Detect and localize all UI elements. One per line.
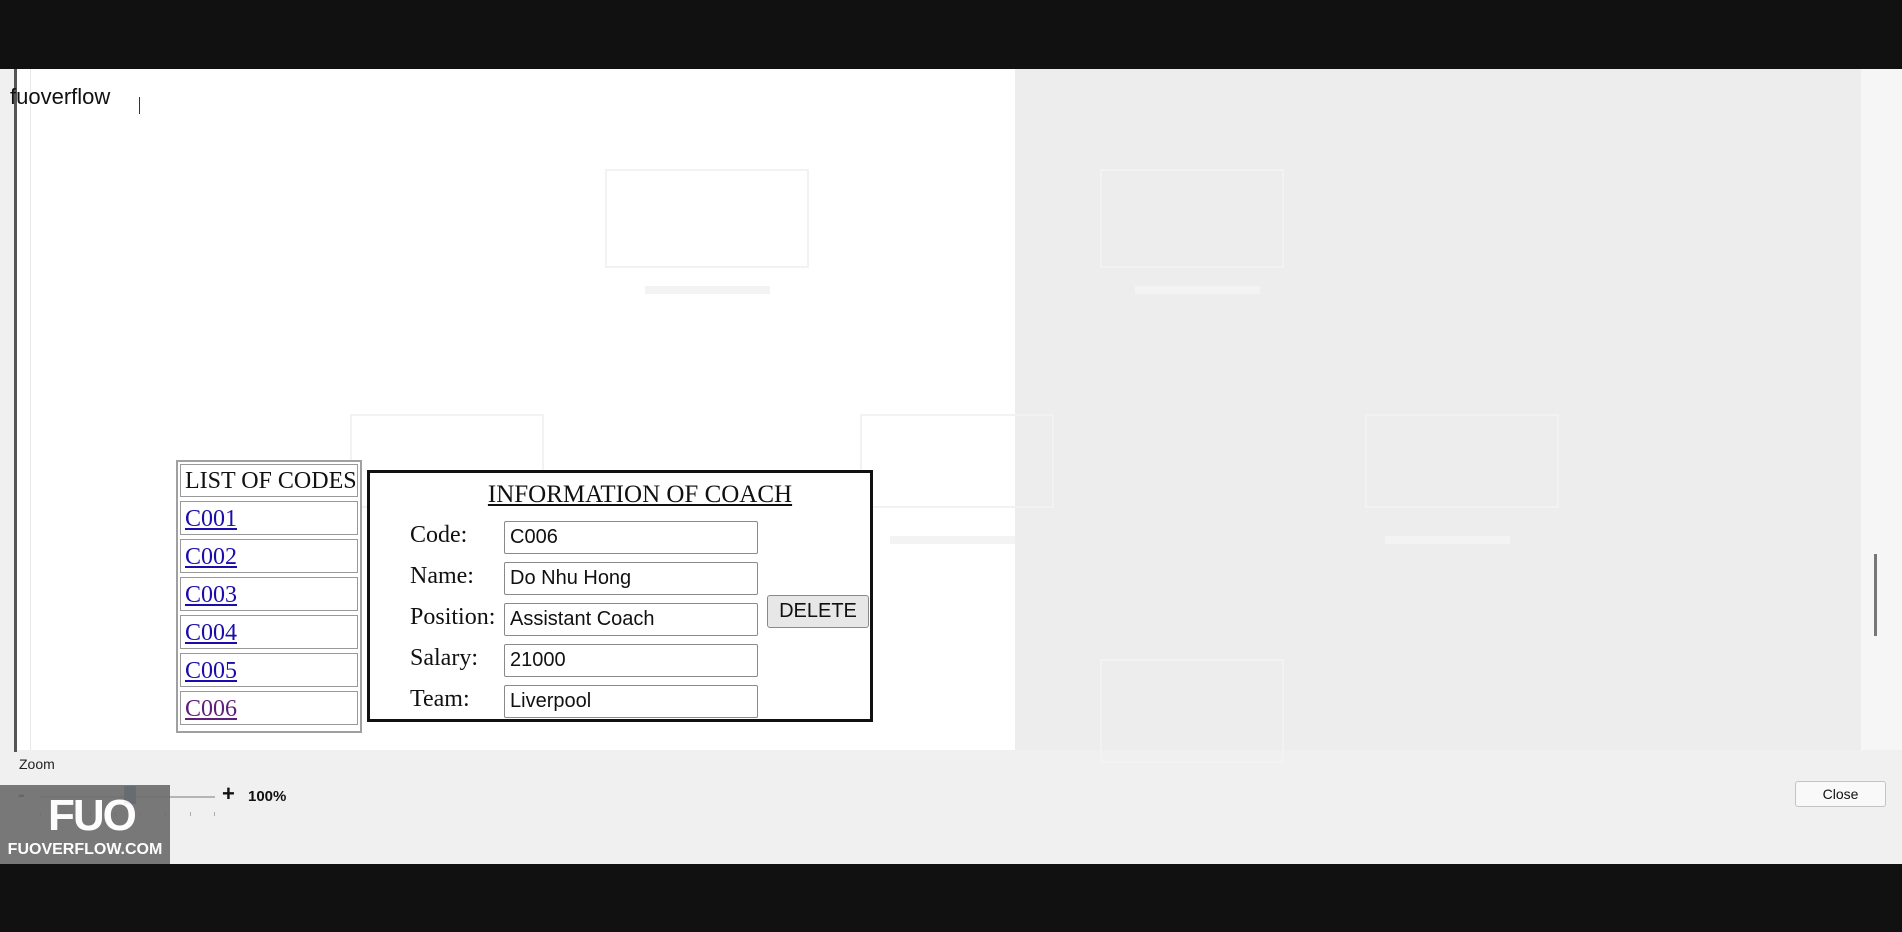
watermark-text: FUOVERFLOW.COM <box>7 841 163 858</box>
name-field[interactable] <box>504 562 758 595</box>
watermark-logo: FUO <box>48 791 137 840</box>
code-field[interactable] <box>504 521 758 554</box>
salary-field[interactable] <box>504 644 758 677</box>
salary-label: Salary: <box>410 645 478 671</box>
list-item: C002 <box>180 539 358 573</box>
list-item: C003 <box>180 577 358 611</box>
code-link-c002[interactable]: C002 <box>185 544 237 570</box>
canvas-edge-line <box>30 69 31 750</box>
left-border <box>14 69 17 752</box>
zoom-in-button[interactable]: + <box>222 781 235 807</box>
name-label: Name: <box>410 563 474 589</box>
zoom-value: 100% <box>248 788 287 805</box>
ghost-caption <box>890 536 1015 544</box>
position-field[interactable] <box>504 603 758 636</box>
code-link-c001[interactable]: C001 <box>185 506 237 532</box>
code-label: Code: <box>410 522 468 548</box>
zoom-label: Zoom <box>19 756 55 772</box>
page-title: fuoverflow <box>10 84 111 109</box>
close-button[interactable]: Close <box>1795 781 1886 807</box>
top-black-bar <box>0 0 1902 69</box>
team-field[interactable] <box>504 685 758 718</box>
code-link-c004[interactable]: C004 <box>185 620 237 646</box>
codes-list-header: LIST OF CODES <box>180 464 358 497</box>
ghost-caption <box>645 286 770 294</box>
ghost-logo-tile <box>605 169 809 268</box>
vertical-scrollbar[interactable] <box>1874 554 1877 636</box>
codes-list: LIST OF CODES C001 C002 C003 C004 C005 C… <box>176 460 362 733</box>
viewer-window: fuoverflow LIST OF CODES C001 C002 C003 … <box>0 69 1902 864</box>
ghost-logo-tile <box>1100 169 1284 268</box>
list-item: C001 <box>180 501 358 535</box>
coach-info-heading: INFORMATION OF COACH <box>487 481 793 508</box>
ghost-caption <box>1385 536 1510 544</box>
code-link-c006[interactable]: C006 <box>185 696 237 722</box>
text-caret <box>139 97 140 114</box>
position-label: Position: <box>410 604 496 630</box>
right-scroll-strip <box>1861 69 1902 750</box>
watermark: FUO FUOVERFLOW.COM <box>0 785 170 864</box>
ghost-logo-tile <box>1100 659 1284 763</box>
ghost-logo-tile <box>1365 414 1559 508</box>
code-link-c003[interactable]: C003 <box>185 582 237 608</box>
list-item: C006 <box>180 691 358 725</box>
list-item: C004 <box>180 615 358 649</box>
list-item: C005 <box>180 653 358 687</box>
code-link-c005[interactable]: C005 <box>185 658 237 684</box>
delete-button[interactable]: DELETE <box>767 595 869 628</box>
team-label: Team: <box>410 686 470 712</box>
coach-info-panel: INFORMATION OF COACH Code: Name: Positio… <box>367 470 873 722</box>
ghost-caption <box>1135 286 1260 294</box>
